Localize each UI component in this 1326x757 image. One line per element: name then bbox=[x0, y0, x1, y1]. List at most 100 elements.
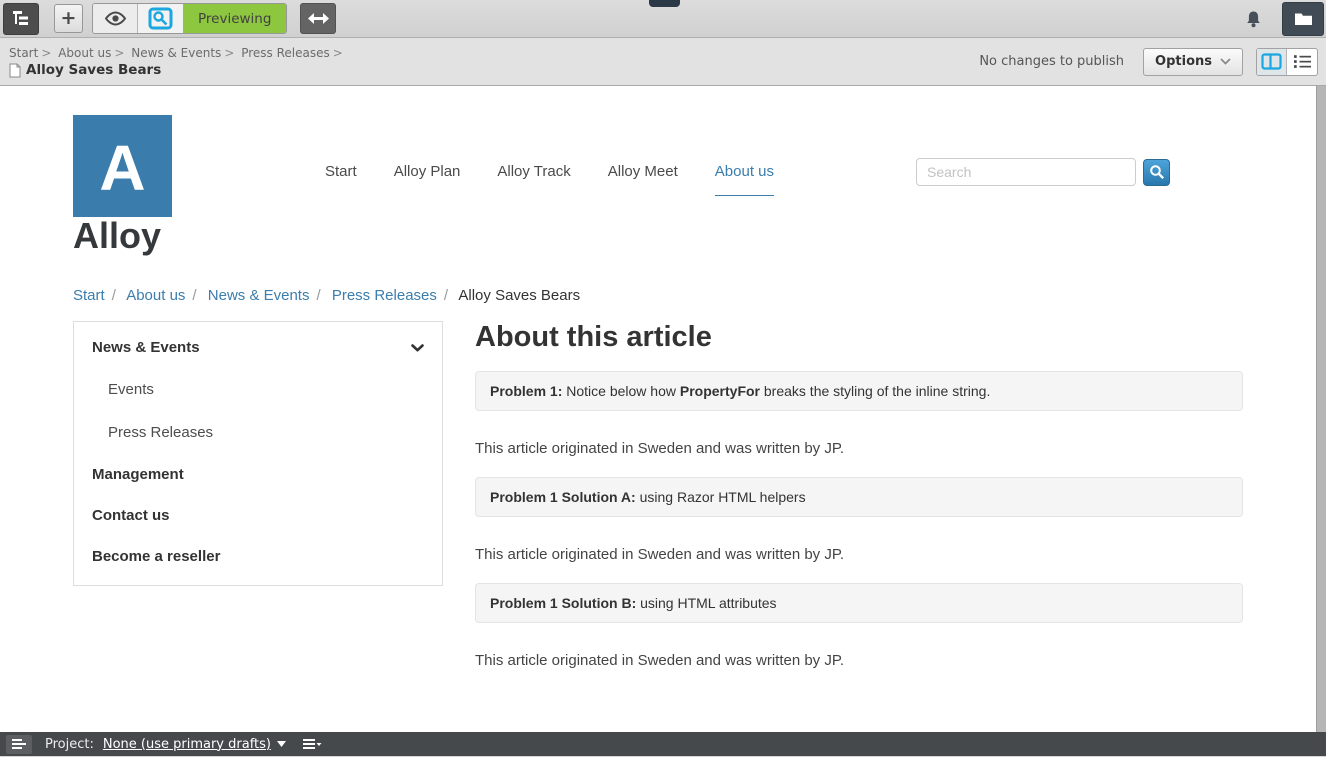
publish-status-text: No changes to publish bbox=[979, 54, 1124, 69]
page-title: Alloy Saves Bears bbox=[26, 62, 161, 78]
breadcrumb-current-page: Alloy Saves Bears bbox=[458, 287, 580, 304]
side-menu-label: Management bbox=[92, 466, 184, 483]
logo-mark: A bbox=[73, 115, 172, 217]
project-selection: None (use primary drafts) bbox=[103, 737, 271, 752]
project-bar-toggle-icon bbox=[11, 738, 27, 750]
toolbar-right-group bbox=[1236, 2, 1326, 36]
side-menu-label: Events bbox=[108, 381, 154, 398]
add-content-button[interactable]: + bbox=[54, 4, 83, 33]
site-logo[interactable]: A Alloy bbox=[73, 115, 325, 254]
project-bar-toggle-button[interactable] bbox=[6, 735, 32, 754]
problem-callout: Problem 1: Notice below how PropertyFor … bbox=[475, 371, 1243, 411]
search-icon bbox=[1149, 164, 1165, 180]
breadcrumb-item[interactable]: News & Events bbox=[131, 46, 221, 60]
section-side-menu: News & Events Events Press Releases bbox=[73, 321, 443, 586]
preview-mode-button[interactable] bbox=[138, 4, 183, 33]
cms-top-toolbar: + Previewing bbox=[0, 0, 1326, 38]
site-breadcrumb: Start / About us / News & Events / Press Re… bbox=[73, 287, 1243, 304]
notifications-button[interactable] bbox=[1236, 10, 1270, 28]
toggle-edit-view-button[interactable] bbox=[93, 4, 138, 33]
caret-down-icon bbox=[277, 741, 286, 747]
breadcrumb-separator: / bbox=[112, 287, 116, 304]
list-view-icon bbox=[1293, 54, 1312, 69]
project-label: Project: bbox=[45, 737, 94, 752]
project-options-menu-button[interactable] bbox=[303, 738, 322, 750]
cms-context-bar: Start> About us> News & Events> Press Re… bbox=[0, 38, 1326, 86]
nav-link[interactable]: About us bbox=[715, 163, 774, 196]
breadcrumb-separator: / bbox=[192, 287, 196, 304]
page-tree-toggle-button[interactable] bbox=[3, 3, 39, 35]
view-toggle-group bbox=[1256, 48, 1318, 76]
breadcrumb-separator: > bbox=[41, 46, 51, 60]
side-menu-item[interactable]: Press Releases bbox=[90, 411, 426, 454]
nav-link[interactable]: Alloy Plan bbox=[394, 163, 461, 196]
logo-wordmark: Alloy bbox=[73, 218, 325, 254]
project-selector[interactable]: None (use primary drafts) bbox=[103, 737, 286, 752]
breadcrumb-link[interactable]: Press Releases bbox=[332, 287, 437, 304]
side-menu-item[interactable]: Management bbox=[90, 454, 426, 495]
site-main-nav: Start Alloy Plan Alloy Track Alloy Meet … bbox=[325, 163, 774, 196]
bell-icon bbox=[1245, 10, 1262, 28]
plus-icon: + bbox=[61, 9, 77, 28]
site-breadcrumb-links: Start / About us / News & Events / Press Re… bbox=[73, 287, 458, 304]
problem-callout: Problem 1 Solution A: using Razor HTML h… bbox=[475, 477, 1243, 517]
nav-link[interactable]: Alloy Meet bbox=[608, 163, 678, 196]
context-actions-block: No changes to publish Options bbox=[979, 48, 1326, 76]
search-button[interactable] bbox=[1143, 159, 1170, 186]
breadcrumb-separator: > bbox=[224, 46, 234, 60]
previewing-status-badge[interactable]: Previewing bbox=[183, 4, 286, 33]
side-menu-item[interactable]: Contact us bbox=[90, 495, 426, 536]
current-page-title-row: Alloy Saves Bears bbox=[9, 62, 346, 78]
site-search bbox=[916, 158, 1243, 186]
site-header: A Alloy Start Alloy Plan Alloy Track All… bbox=[73, 86, 1243, 254]
side-menu-item[interactable]: Become a reseller bbox=[90, 536, 426, 577]
page-icon bbox=[9, 63, 21, 78]
nav-link[interactable]: Start bbox=[325, 163, 357, 196]
side-menu-item[interactable]: News & Events bbox=[90, 327, 426, 368]
breadcrumb-item[interactable]: Press Releases bbox=[241, 46, 330, 60]
breadcrumb-separator: / bbox=[444, 287, 448, 304]
chevron-down-icon bbox=[1220, 58, 1231, 65]
breadcrumb: Start> About us> News & Events> Press Re… bbox=[9, 45, 346, 62]
article-content: About this article Problem 1: Notice bel… bbox=[475, 321, 1243, 690]
side-menu-label: Become a reseller bbox=[92, 548, 220, 565]
split-view-toggle[interactable] bbox=[1257, 49, 1287, 75]
assets-panel-toggle-button[interactable] bbox=[1282, 2, 1324, 36]
side-menu-label: Press Releases bbox=[108, 424, 213, 441]
notification-drawer-handle[interactable] bbox=[649, 0, 680, 7]
breadcrumb-link[interactable]: About us bbox=[126, 287, 185, 304]
preview-scrollbar[interactable] bbox=[1316, 86, 1326, 732]
breadcrumb-separator: / bbox=[316, 287, 320, 304]
project-menu-icon bbox=[303, 738, 322, 750]
list-view-toggle[interactable] bbox=[1287, 49, 1317, 75]
project-bar: Project: None (use primary drafts) bbox=[0, 732, 1326, 756]
eye-icon bbox=[103, 11, 128, 26]
article-paragraph: This article originated in Sweden and wa… bbox=[475, 440, 1243, 457]
context-breadcrumb-block: Start> About us> News & Events> Press Re… bbox=[0, 45, 346, 78]
view-mode-group: Previewing bbox=[92, 3, 287, 34]
article-paragraph: This article originated in Sweden and wa… bbox=[475, 546, 1243, 563]
side-menu-label: Contact us bbox=[92, 507, 170, 524]
chevron-down-icon bbox=[411, 344, 424, 352]
breadcrumb-item[interactable]: Start bbox=[9, 46, 38, 60]
page-tree-icon bbox=[12, 10, 31, 27]
logo-letter: A bbox=[99, 136, 145, 200]
split-view-icon bbox=[1261, 53, 1282, 70]
compare-versions-button[interactable] bbox=[300, 3, 336, 34]
article-paragraph: This article originated in Sweden and wa… bbox=[475, 652, 1243, 669]
assets-folder-icon bbox=[1294, 12, 1313, 26]
breadcrumb-separator: > bbox=[114, 46, 124, 60]
preview-magnifier-icon bbox=[148, 7, 173, 30]
article-title: About this article bbox=[475, 321, 1243, 354]
previewing-label: Previewing bbox=[198, 11, 271, 27]
breadcrumb-item[interactable]: About us bbox=[58, 46, 111, 60]
options-button[interactable]: Options bbox=[1143, 48, 1243, 76]
problem-callout: Problem 1 Solution B: using HTML attribu… bbox=[475, 583, 1243, 623]
side-menu-item[interactable]: Events bbox=[90, 368, 426, 411]
breadcrumb-separator: > bbox=[333, 46, 343, 60]
breadcrumb-link[interactable]: News & Events bbox=[208, 287, 310, 304]
search-input[interactable] bbox=[916, 158, 1136, 186]
breadcrumb-link[interactable]: Start bbox=[73, 287, 105, 304]
nav-link[interactable]: Alloy Track bbox=[497, 163, 570, 196]
site-preview-frame: A Alloy Start Alloy Plan Alloy Track All… bbox=[0, 86, 1326, 732]
